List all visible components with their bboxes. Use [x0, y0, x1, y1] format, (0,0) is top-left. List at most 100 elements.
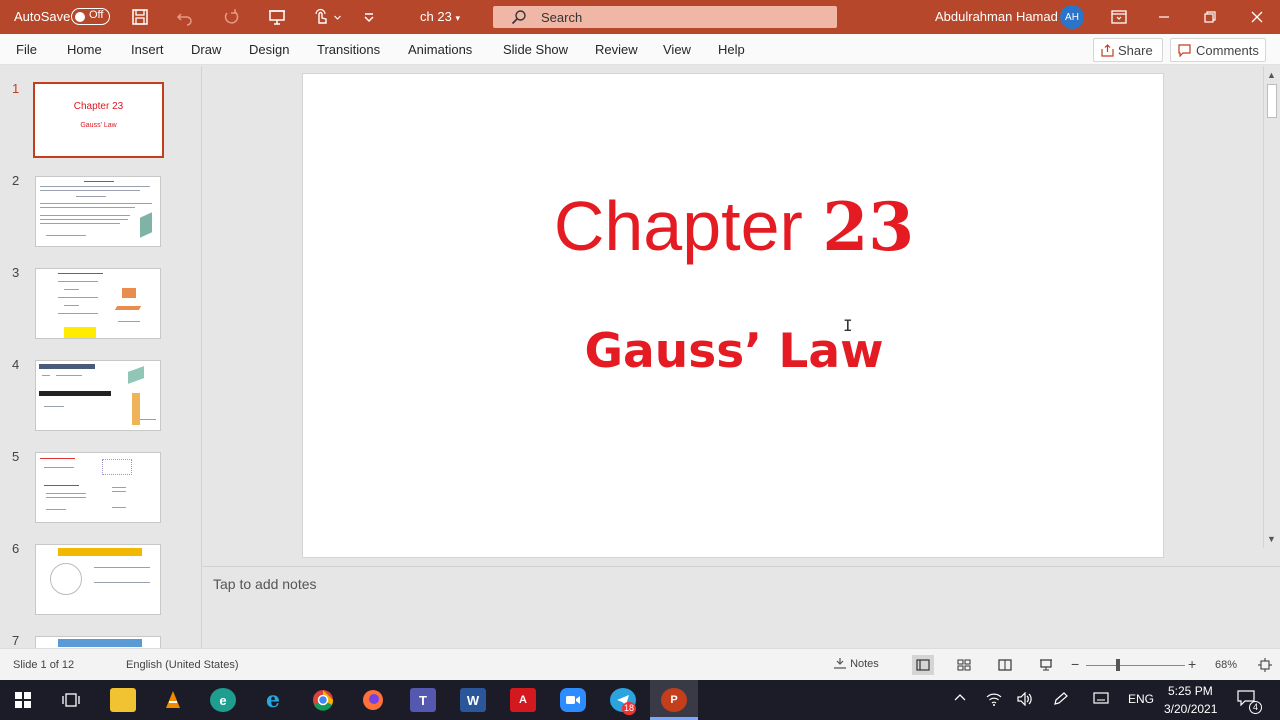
user-name[interactable]: Abdulrahman Hamad: [935, 9, 1058, 24]
tab-home[interactable]: Home: [67, 42, 102, 57]
thumbnail-slide-5[interactable]: [35, 452, 161, 523]
wifi-icon[interactable]: [986, 692, 1002, 709]
comment-icon: [1178, 44, 1191, 60]
acrobat-icon[interactable]: A: [510, 688, 536, 712]
autosave-toggle[interactable]: Off: [71, 8, 110, 25]
comments-button[interactable]: Comments: [1170, 38, 1266, 62]
avatar[interactable]: AH: [1060, 5, 1084, 29]
present-from-start-icon[interactable]: [266, 6, 288, 28]
thumb-number: 4: [12, 357, 20, 372]
show-hidden-icons-icon[interactable]: [954, 691, 966, 705]
document-name[interactable]: ch 23 ▾: [420, 9, 460, 24]
slide-show-icon[interactable]: [1035, 655, 1057, 675]
slide-canvas[interactable]: Chapter 23 Gauss’ Law I: [302, 73, 1164, 558]
thumbnail-slide-7[interactable]: [35, 636, 161, 648]
close-icon[interactable]: [1243, 4, 1271, 30]
touch-mode-chevron-icon[interactable]: [331, 6, 343, 28]
firefox-icon[interactable]: [360, 688, 386, 712]
file-explorer-icon[interactable]: [110, 688, 136, 712]
internet-explorer-icon[interactable]: e: [260, 687, 286, 713]
minimize-icon[interactable]: [1150, 4, 1178, 30]
reading-view-icon[interactable]: [994, 655, 1016, 675]
vlc-icon[interactable]: [160, 688, 186, 712]
tab-file[interactable]: File: [16, 42, 37, 57]
document-chevron-icon: ▾: [455, 13, 460, 23]
thumb-number: 2: [12, 173, 20, 188]
thumb-number: 1: [12, 81, 20, 96]
zoom-out-button[interactable]: −: [1071, 656, 1079, 672]
vertical-scrollbar[interactable]: ▲ ▼: [1263, 66, 1280, 548]
notes-icon: [834, 658, 846, 669]
slide-sorter-icon[interactable]: [953, 655, 975, 675]
powerpoint-icon[interactable]: P: [661, 688, 687, 712]
notes-button[interactable]: Notes: [833, 657, 879, 670]
edge-icon[interactable]: e: [210, 688, 236, 712]
normal-view-icon[interactable]: [912, 655, 934, 675]
task-view-icon[interactable]: [58, 688, 84, 712]
autosave-label: AutoSave: [14, 9, 71, 24]
thumbnail-slide-4[interactable]: [35, 360, 161, 431]
input-language[interactable]: ENG: [1128, 692, 1154, 706]
thumbnail-slide-1[interactable]: Chapter 23 Gauss’ Law: [33, 82, 164, 158]
scroll-up-icon[interactable]: ▲: [1267, 70, 1276, 80]
tab-insert[interactable]: Insert: [131, 42, 164, 57]
tab-transitions[interactable]: Transitions: [317, 42, 380, 57]
thumbnail-slide-3[interactable]: [35, 268, 161, 339]
search-placeholder: Search: [541, 10, 583, 25]
pen-icon[interactable]: [1053, 692, 1069, 709]
tab-help[interactable]: Help: [718, 42, 745, 57]
chrome-icon[interactable]: [310, 688, 336, 712]
redo-icon[interactable]: [220, 6, 242, 28]
thumb-title: Chapter 23: [73, 101, 124, 112]
search-icon: [511, 9, 527, 30]
zoom-app-icon[interactable]: [560, 688, 586, 712]
text-cursor-icon: I: [843, 316, 853, 335]
tab-slide-show[interactable]: Slide Show: [503, 42, 568, 57]
customize-toolbar-icon[interactable]: [358, 6, 380, 28]
windows-taskbar: e e T W A 18 P ENG 5:25 PM 3/20/2021 4: [0, 680, 1280, 720]
volume-icon[interactable]: [1017, 691, 1033, 709]
tab-view[interactable]: View: [663, 42, 691, 57]
slide-title[interactable]: Chapter 23: [303, 186, 1165, 266]
zoom-slider[interactable]: [1086, 665, 1185, 666]
notes-pane[interactable]: Tap to add notes: [203, 566, 1280, 648]
tab-draw[interactable]: Draw: [191, 42, 221, 57]
slide-subtitle[interactable]: Gauss’ Law: [303, 324, 1165, 379]
zoom-level[interactable]: 68%: [1215, 659, 1237, 671]
slide-editor: Chapter 23 Gauss’ Law I: [203, 66, 1263, 566]
notes-placeholder: Tap to add notes: [213, 576, 317, 592]
thumb-subtitle: Gauss’ Law: [80, 122, 117, 129]
zoom-in-button[interactable]: +: [1188, 656, 1196, 672]
search-box[interactable]: Search: [493, 6, 837, 28]
fit-slide-icon[interactable]: [1254, 655, 1276, 675]
slide-title-text: Chapter: [553, 187, 823, 265]
thumbnail-slide-6[interactable]: [35, 544, 161, 615]
share-button[interactable]: Share: [1093, 38, 1163, 62]
ribbon-tabs: File Home Insert Draw Design Transitions…: [0, 34, 1280, 65]
scrollbar-thumb[interactable]: [1267, 84, 1277, 118]
undo-icon[interactable]: [174, 6, 196, 28]
clock-time[interactable]: 5:25 PM: [1168, 684, 1213, 698]
share-icon: [1101, 44, 1114, 60]
word-icon[interactable]: W: [460, 688, 486, 712]
clock-date[interactable]: 3/20/2021: [1164, 702, 1217, 716]
zoom-slider-handle[interactable]: [1116, 659, 1120, 671]
slide-thumbnails-panel: 1 Chapter 23 Gauss’ Law 2 3 4 5 6 7: [0, 66, 202, 648]
teams-icon[interactable]: T: [410, 688, 436, 712]
thumb-number: 5: [12, 449, 20, 464]
touch-mode-icon[interactable]: [310, 6, 332, 28]
tab-animations[interactable]: Animations: [408, 42, 472, 57]
tab-review[interactable]: Review: [595, 42, 638, 57]
scroll-down-icon[interactable]: ▼: [1267, 534, 1276, 544]
thumb-number: 6: [12, 541, 20, 556]
language-indicator[interactable]: English (United States): [126, 659, 239, 671]
keyboard-icon[interactable]: [1093, 692, 1109, 707]
slide-counter: Slide 1 of 12: [13, 659, 75, 671]
ribbon-display-options-icon[interactable]: [1105, 4, 1133, 30]
windows-start-icon[interactable]: [10, 688, 36, 712]
thumbnail-slide-2[interactable]: [35, 176, 161, 247]
save-icon[interactable]: [129, 6, 151, 28]
tab-design[interactable]: Design: [249, 42, 289, 57]
restore-icon[interactable]: [1196, 4, 1224, 30]
status-bar: Slide 1 of 12 English (United States) No…: [0, 648, 1280, 680]
